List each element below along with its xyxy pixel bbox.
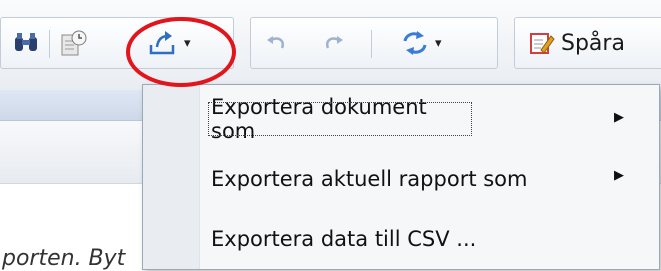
refresh-icon: [403, 31, 427, 55]
track-changes-icon: [530, 33, 555, 54]
history-clock-icon: [61, 30, 87, 56]
binoculars-icon: [15, 33, 37, 51]
refresh-dropdown-caret[interactable]: ▾: [435, 36, 442, 51]
toolbar-separator: [371, 30, 372, 58]
refresh-button[interactable]: ▾: [401, 26, 442, 60]
menu-icon-gutter: [143, 85, 200, 269]
track-button[interactable]: Spåra: [529, 26, 625, 60]
menu-item-label: Exportera aktuell rapport som: [211, 167, 528, 191]
undo-icon: [267, 36, 284, 49]
redo-button[interactable]: [323, 26, 345, 60]
toolbar: ▾ ▾ Spåra: [0, 0, 661, 91]
menu-item-export-data-to-csv[interactable]: Exportera data till CSV ...: [205, 219, 645, 259]
menu-item-label: Exportera data till CSV ...: [211, 227, 477, 251]
menu-item-label: Exportera dokument som: [211, 95, 427, 143]
export-dropdown-menu: Exportera dokument som ▶ Exportera aktue…: [142, 84, 660, 270]
undo-button[interactable]: [265, 26, 287, 60]
find-button[interactable]: [13, 26, 39, 60]
toolbar-group-edit: ▾: [250, 17, 498, 69]
submenu-arrow-icon: ▶: [614, 110, 624, 125]
menu-item-export-document-as[interactable]: Exportera dokument som: [205, 95, 475, 143]
redo-icon: [326, 36, 343, 49]
menu-item-export-current-report-as[interactable]: Exportera aktuell rapport som: [205, 159, 645, 199]
toolbar-group-track: Spåra: [514, 17, 661, 69]
track-button-label: Spåra: [561, 30, 625, 56]
report-text-fragment: porten. Byt: [2, 246, 126, 271]
highlight-ring-annotation: [126, 17, 236, 87]
submenu-arrow-icon: ▶: [614, 168, 624, 183]
history-button[interactable]: [59, 26, 89, 60]
toolbar-separator: [49, 30, 50, 58]
